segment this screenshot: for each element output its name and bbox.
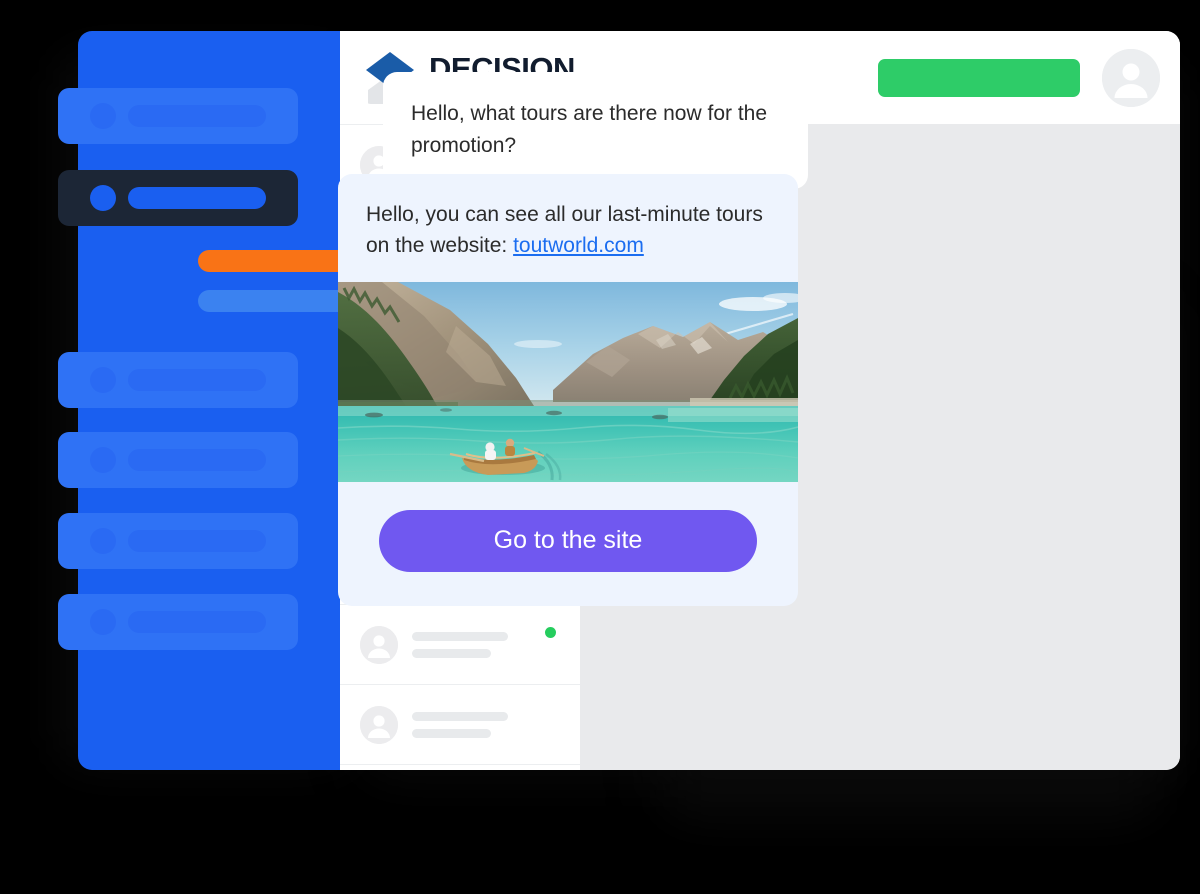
lightblue-highlight-bar[interactable] (198, 290, 358, 312)
nav-dot-icon (90, 185, 116, 211)
header-actions (878, 48, 1160, 107)
card-cta-wrapper: Go to the site (338, 482, 798, 606)
sidebar-item-label-4 (128, 530, 266, 552)
nav-dot-icon (90, 528, 116, 554)
incoming-message-bubble: Hello, what tours are there now for the … (383, 72, 808, 189)
user-avatar-icon[interactable] (1102, 48, 1160, 107)
contact-preview-placeholder (412, 728, 491, 738)
nav-dot-icon (90, 103, 116, 129)
website-link[interactable]: toutworld.com (513, 234, 644, 257)
contact-name-placeholder (412, 631, 508, 641)
user-avatar-icon (360, 625, 398, 664)
user-avatar-icon (360, 705, 398, 744)
sidebar-item-label-1 (128, 187, 266, 209)
contact-name-placeholder (412, 711, 508, 721)
sidebar-item-0[interactable] (58, 88, 298, 144)
rich-message-card: Hello, you can see all our last-minute t… (338, 174, 798, 606)
status-badge-online (545, 627, 556, 638)
sidebar (58, 31, 358, 770)
alpine-lake-rowboat-photo (338, 281, 798, 482)
card-message-text: Hello, you can see all our last-minute t… (338, 174, 798, 282)
sidebar-item-label-5 (128, 611, 266, 633)
sidebar-item-4[interactable] (58, 513, 298, 569)
screenshot-stage: DECISION TELECOM (0, 0, 1200, 894)
sidebar-item-1[interactable] (58, 170, 298, 226)
sidebar-item-label-2 (128, 369, 266, 391)
contact-preview-placeholder (412, 648, 491, 658)
sidebar-item-3[interactable] (58, 432, 298, 488)
go-to-site-button[interactable]: Go to the site (379, 509, 757, 572)
list-item[interactable] (340, 685, 580, 765)
nav-dot-icon (90, 447, 116, 473)
nav-dot-icon (90, 609, 116, 635)
sidebar-item-label-3 (128, 449, 266, 471)
header-cta-button[interactable] (878, 58, 1080, 97)
contact-skeleton-lines (412, 711, 508, 738)
nav-dot-icon (90, 367, 116, 393)
list-item[interactable] (340, 605, 580, 685)
sidebar-item-2[interactable] (58, 352, 298, 408)
sidebar-item-5[interactable] (58, 594, 298, 650)
orange-highlight-bar[interactable] (198, 250, 358, 272)
contact-skeleton-lines (412, 631, 508, 658)
sidebar-item-label-0 (128, 105, 266, 127)
